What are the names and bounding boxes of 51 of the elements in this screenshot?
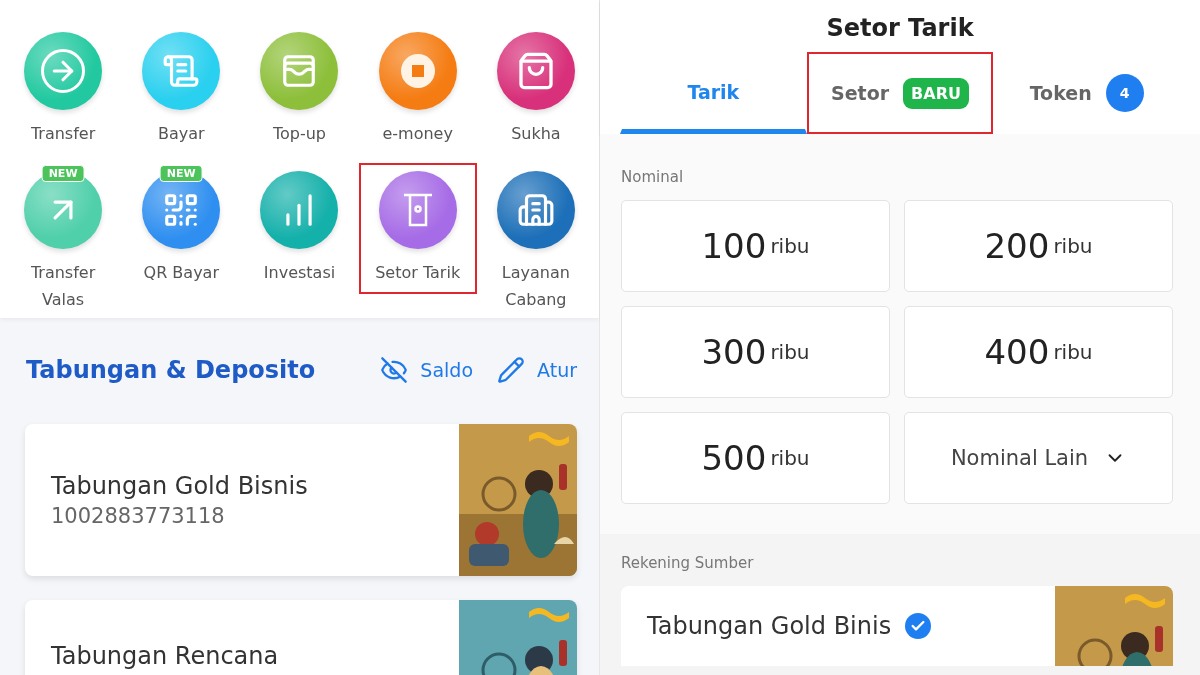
menu-item[interactable]: e-money	[358, 24, 477, 155]
atm-slot-icon	[401, 192, 434, 228]
menu-label: Layanan Cabang	[500, 262, 571, 311]
show-balance-link[interactable]: Saldo	[380, 356, 474, 384]
count-badge: 4	[1105, 74, 1144, 112]
menu-item[interactable]: NEW QR Bayar	[122, 163, 241, 294]
menu-item[interactable]: Investasi	[240, 163, 359, 294]
menu-label: Transfer Valas	[29, 262, 97, 311]
page-title: Setor Tarik	[826, 14, 974, 42]
tab[interactable]: Token 4	[993, 52, 1180, 134]
account-card[interactable]: Tabungan Rencana	[25, 600, 577, 675]
new-badge: NEW	[41, 165, 85, 182]
menu-item[interactable]: Bayar	[122, 24, 241, 155]
receipt-icon	[162, 52, 201, 90]
nominal-label: Nominal	[621, 168, 685, 186]
account-card[interactable]: Tabungan Gold Bisnis 1002883773118	[25, 424, 577, 576]
account-name: Tabungan Gold Binis	[647, 612, 892, 640]
menu-item[interactable]: NEW Transfer Valas	[4, 163, 123, 321]
menu-label: QR Bayar	[143, 262, 219, 284]
menu-label: Sukha	[511, 123, 561, 145]
menu-item[interactable]: Setor Tarik	[358, 163, 477, 294]
menu-label: e-money	[382, 123, 453, 145]
section-title: Tabungan & Deposito	[26, 356, 317, 384]
hidden-eye-icon	[380, 356, 409, 384]
new-badge: BARU	[903, 77, 969, 109]
account-number: 1002883773118	[51, 504, 226, 528]
new-badge: NEW	[159, 165, 203, 182]
amount-option[interactable]: 200 ribu	[904, 200, 1173, 292]
building-icon	[516, 191, 555, 229]
menu-item[interactable]: Top-up	[240, 24, 359, 155]
other-amount-dropdown[interactable]: Nominal Lain	[904, 412, 1173, 504]
amount-option[interactable]: 400 ribu	[904, 306, 1173, 398]
edit-link[interactable]: Atur	[497, 356, 577, 384]
account-name: Tabungan Rencana	[51, 642, 280, 670]
source-label: Rekening Sumber	[621, 554, 755, 572]
menu-item[interactable]: Transfer	[4, 24, 123, 155]
amount-option[interactable]: 300 ribu	[621, 306, 890, 398]
coin-icon	[399, 53, 436, 89]
menu-label: Investasi	[263, 262, 336, 284]
amount-option[interactable]: 500 ribu	[621, 412, 890, 504]
account-card[interactable]: Tabungan Gold Binis	[621, 586, 1173, 666]
menu-label: Transfer	[30, 123, 96, 145]
account-name: Tabungan Gold Bisnis	[51, 472, 309, 500]
pencil-icon	[497, 356, 526, 384]
menu-label: Setor Tarik	[375, 262, 461, 284]
menu-label: Bayar	[157, 123, 205, 145]
menu-item[interactable]: Sukha	[476, 24, 595, 155]
amount-option[interactable]: 100 ribu	[621, 200, 890, 292]
menu-item[interactable]: Layanan Cabang	[476, 163, 595, 321]
menu-label: Top-up	[272, 123, 326, 145]
arrow-in-circle-icon	[41, 49, 86, 93]
